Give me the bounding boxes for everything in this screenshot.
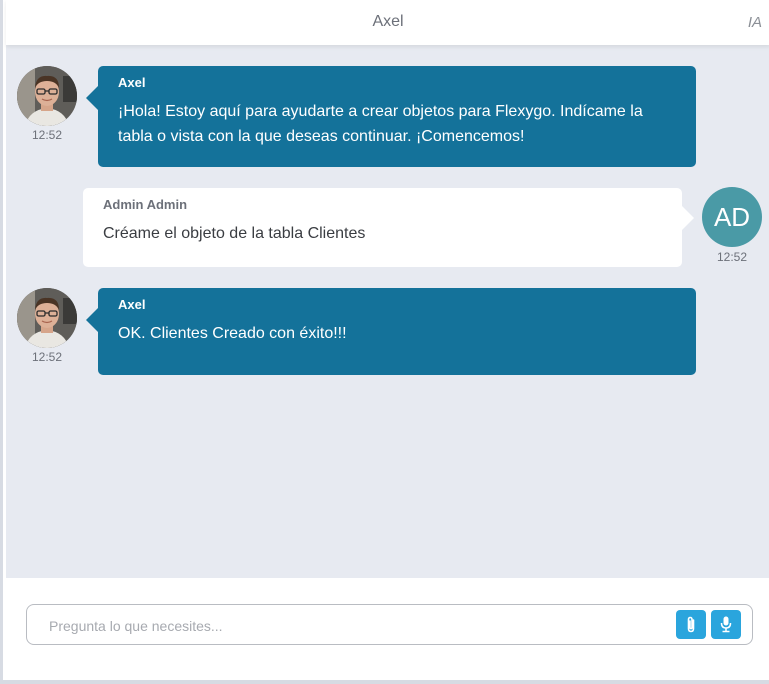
message-text: Créame el objeto de la tabla Clientes — [103, 221, 662, 246]
chat-title: Axel — [372, 13, 404, 30]
message-input-box[interactable] — [26, 604, 753, 646]
user-photo-avatar-icon — [17, 288, 77, 348]
message-text-line: ¡Hola! Estoy aquí para ayudarte a crear … — [118, 103, 643, 120]
message-sender: Axel — [118, 75, 146, 90]
message-sender: Axel — [118, 297, 146, 312]
chat-window: Axel IA 12:52 Axel ¡Hola! Estoy aquí par… — [0, 0, 769, 684]
message-text: OK. Clientes Creado con éxito!!! — [118, 321, 676, 346]
message-sender: Admin Admin — [103, 197, 188, 212]
message-list[interactable]: 12:52 Axel ¡Hola! Estoy aquí para ayudar… — [6, 45, 769, 578]
message-text-line: OK. Clientes Creado con éxito!!! — [118, 325, 347, 342]
window-bottom-border — [3, 680, 769, 684]
bot-avatar — [17, 66, 77, 126]
message-time: 12:52 — [716, 250, 748, 264]
composer — [6, 578, 769, 680]
message-time: 12:52 — [31, 128, 63, 142]
message-time: 12:52 — [31, 350, 63, 364]
message-input[interactable] — [47, 605, 651, 646]
user-photo-avatar-icon — [17, 66, 77, 126]
message-text-line: tabla o vista con la que deseas continua… — [118, 128, 525, 145]
message-bubble: Axel ¡Hola! Estoy aquí para ayudarte a c… — [86, 66, 696, 167]
message-text-line: Créame el objeto de la tabla Clientes — [103, 225, 366, 242]
user-avatar: AD — [702, 187, 762, 247]
ai-badge: IA — [747, 14, 762, 31]
message-bubble: Admin Admin Créame el objeto de la tabla… — [83, 188, 694, 267]
attach-button[interactable] — [676, 610, 706, 639]
message-bubble: Axel OK. Clientes Creado con éxito!!! — [86, 288, 696, 375]
chat-header: Axel IA — [6, 0, 769, 45]
message-text: ¡Hola! Estoy aquí para ayudarte a crear … — [118, 99, 676, 149]
microphone-icon — [720, 616, 732, 633]
paperclip-icon — [687, 616, 695, 633]
bot-avatar — [17, 288, 77, 348]
microphone-button[interactable] — [711, 610, 741, 639]
